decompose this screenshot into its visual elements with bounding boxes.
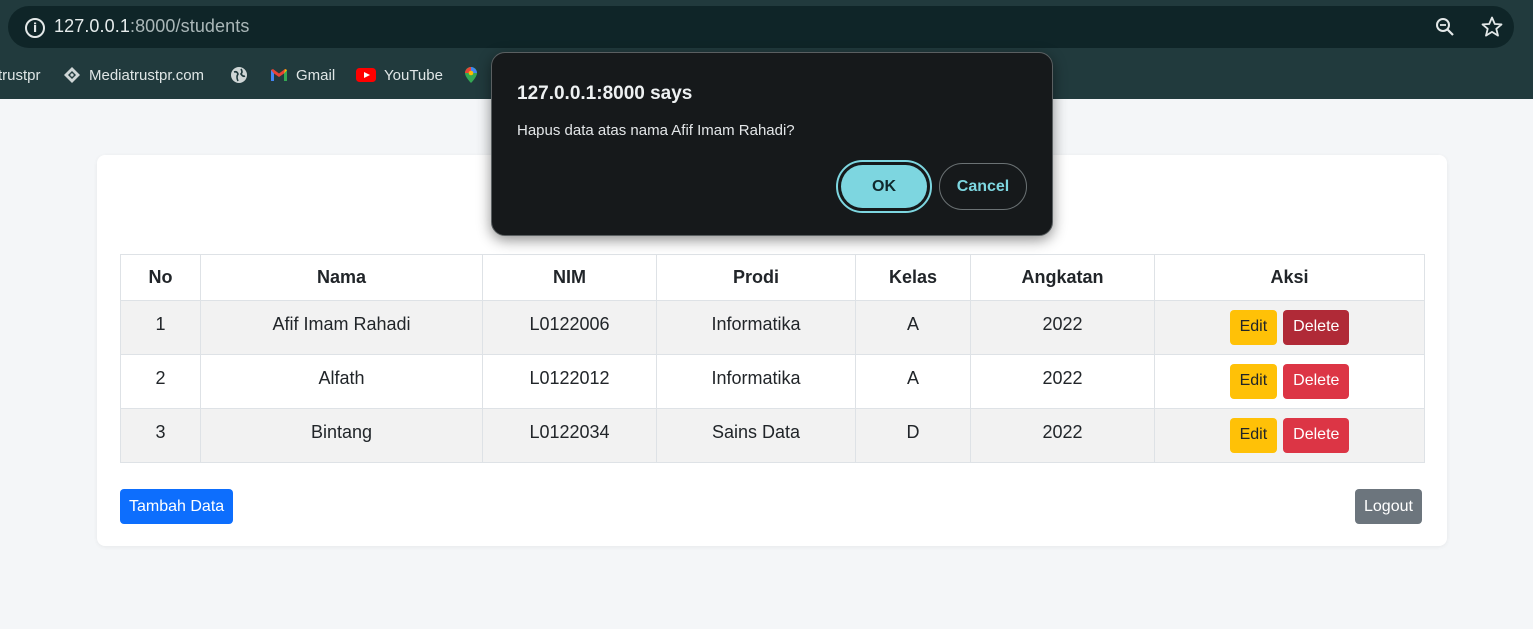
cell-angkatan: 2022 [970,300,1155,355]
cell-prodi: Sains Data [656,408,856,463]
site-info-icon[interactable]: i [25,18,45,38]
bookmark-item[interactable]: Mediatrustpr.com [63,64,204,86]
ok-button[interactable]: OK [836,160,932,213]
url-rest: :8000/students [129,16,250,36]
cell-prodi: Informatika [656,300,856,355]
bookmark-label: Mediatrustpr.com [89,66,205,84]
header-aksi: Aksi [1154,254,1425,301]
cancel-button[interactable]: Cancel [939,163,1027,210]
cell-nim: L0122012 [482,354,657,409]
bookmark-item[interactable] [462,64,488,86]
table-row: 3 Bintang L0122034 Sains Data D 2022 Edi… [120,408,1425,463]
edit-button[interactable]: Edit [1229,310,1278,345]
table-header-row: No Nama NIM Prodi Kelas Angkatan Aksi [120,254,1425,301]
cell-nama: Bintang [200,408,483,463]
logout-button[interactable]: Logout [1355,489,1422,524]
url-host: 127.0.0.1 [54,16,130,36]
students-table: No Nama NIM Prodi Kelas Angkatan Aksi 1 … [120,254,1425,463]
bookmark-item[interactable]: YouTube [356,64,443,86]
cell-nim: L0122034 [482,408,657,463]
cell-angkatan: 2022 [970,354,1155,409]
cell-kelas: A [855,354,971,409]
delete-button[interactable]: Delete [1283,418,1350,453]
bookmark-item[interactable] [230,64,256,86]
cell-nama: Alfath [200,354,483,409]
bookmark-label: trustpr [0,66,41,84]
table-row: 2 Alfath L0122012 Informatika A 2022 Edi… [120,354,1425,409]
cell-aksi: Edit Delete [1154,408,1425,463]
cell-aksi: Edit Delete [1154,354,1425,409]
gmail-icon [271,69,287,81]
add-data-button[interactable]: Tambah Data [120,489,234,524]
header-prodi: Prodi [656,254,856,301]
header-no: No [120,254,201,301]
address-url[interactable]: 127.0.0.1:8000/students [54,16,249,37]
edit-button[interactable]: Edit [1229,364,1278,399]
dialog-message: Hapus data atas nama Afif Imam Rahadi? [517,122,795,139]
cell-aksi: Edit Delete [1154,300,1425,355]
bookmark-item[interactable]: trustpr [0,64,41,86]
header-nama: Nama [200,254,483,301]
address-bar[interactable]: i 127.0.0.1:8000/students [8,6,1514,48]
header-nim: NIM [482,254,657,301]
cell-kelas: A [855,300,971,355]
cell-kelas: D [855,408,971,463]
header-angkatan: Angkatan [970,254,1155,301]
maps-icon [465,67,477,83]
ok-button-label: OK [841,165,927,208]
cell-no: 2 [120,354,201,409]
bookmark-star-icon[interactable] [1480,15,1504,39]
table-row: 1 Afif Imam Rahadi L0122006 Informatika … [120,300,1425,355]
youtube-icon [356,68,376,82]
header-kelas: Kelas [855,254,971,301]
cell-prodi: Informatika [656,354,856,409]
zoom-icon[interactable] [1433,15,1457,39]
cell-nama: Afif Imam Rahadi [200,300,483,355]
globe-icon [231,67,247,83]
edit-button[interactable]: Edit [1229,418,1278,453]
delete-button[interactable]: Delete [1283,310,1350,345]
cell-angkatan: 2022 [970,408,1155,463]
dialog-title: 127.0.0.1:8000 says [517,83,693,104]
bookmark-label: Gmail [296,66,336,84]
cell-no: 3 [120,408,201,463]
bookmark-item[interactable]: Gmail [270,64,335,86]
cell-nim: L0122006 [482,300,657,355]
bookmark-label: YouTube [384,66,443,84]
delete-button[interactable]: Delete [1283,364,1350,399]
cell-no: 1 [120,300,201,355]
confirm-dialog: 127.0.0.1:8000 says Hapus data atas nama… [491,52,1053,236]
mediatrust-icon [64,67,80,83]
